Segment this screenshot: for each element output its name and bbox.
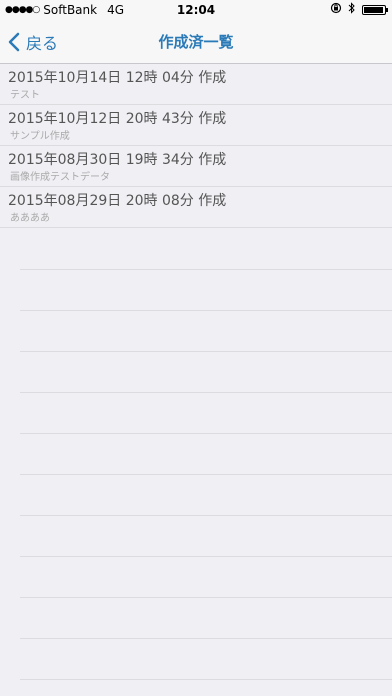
list-item-subtitle: ああああ bbox=[10, 213, 50, 224]
empty-row-separator bbox=[20, 597, 392, 598]
status-bar: ●●●●○ SoftBank 4G 12:04 bbox=[0, 0, 392, 20]
back-button[interactable]: 戻る bbox=[8, 20, 58, 64]
page-title: 作成済一覧 bbox=[158, 33, 234, 51]
empty-row-separator bbox=[20, 392, 392, 393]
rotation-lock-icon bbox=[330, 0, 342, 20]
created-list: 2015年10月14日 12時 04分 作成 テスト 2015年10月12日 2… bbox=[0, 64, 392, 696]
list-item[interactable]: 2015年10月12日 20時 43分 作成 サンプル作成 bbox=[0, 105, 392, 146]
empty-row-separator bbox=[20, 556, 392, 557]
list-item-title: 2015年10月12日 20時 43分 作成 bbox=[8, 111, 227, 127]
back-button-label: 戻る bbox=[26, 34, 59, 53]
empty-row-separator bbox=[20, 269, 392, 270]
empty-row-separator bbox=[20, 515, 392, 516]
list-item-subtitle: サンプル作成 bbox=[10, 131, 70, 142]
empty-row-separator bbox=[20, 679, 392, 680]
list-item[interactable]: 2015年08月29日 20時 08分 作成 ああああ bbox=[0, 187, 392, 228]
battery-icon bbox=[362, 5, 388, 15]
status-right bbox=[330, 0, 388, 20]
list-item-subtitle: テスト bbox=[10, 90, 40, 101]
bluetooth-icon bbox=[348, 0, 356, 20]
empty-row-separator bbox=[20, 351, 392, 352]
list-item-title: 2015年08月29日 20時 08分 作成 bbox=[8, 193, 227, 209]
list-item-title: 2015年08月30日 19時 34分 作成 bbox=[8, 152, 227, 168]
empty-row-separator bbox=[20, 474, 392, 475]
empty-row-separator bbox=[20, 638, 392, 639]
list-item-title: 2015年10月14日 12時 04分 作成 bbox=[8, 70, 227, 86]
list-item-subtitle: 画像作成テストデータ bbox=[10, 172, 110, 183]
empty-row-separator bbox=[20, 310, 392, 311]
chevron-left-icon bbox=[8, 32, 20, 52]
list-item[interactable]: 2015年08月30日 19時 34分 作成 画像作成テストデータ bbox=[0, 146, 392, 187]
empty-row-separator bbox=[20, 433, 392, 434]
navigation-bar: 戻る 作成済一覧 bbox=[0, 20, 392, 64]
list-item[interactable]: 2015年10月14日 12時 04分 作成 テスト bbox=[0, 64, 392, 105]
